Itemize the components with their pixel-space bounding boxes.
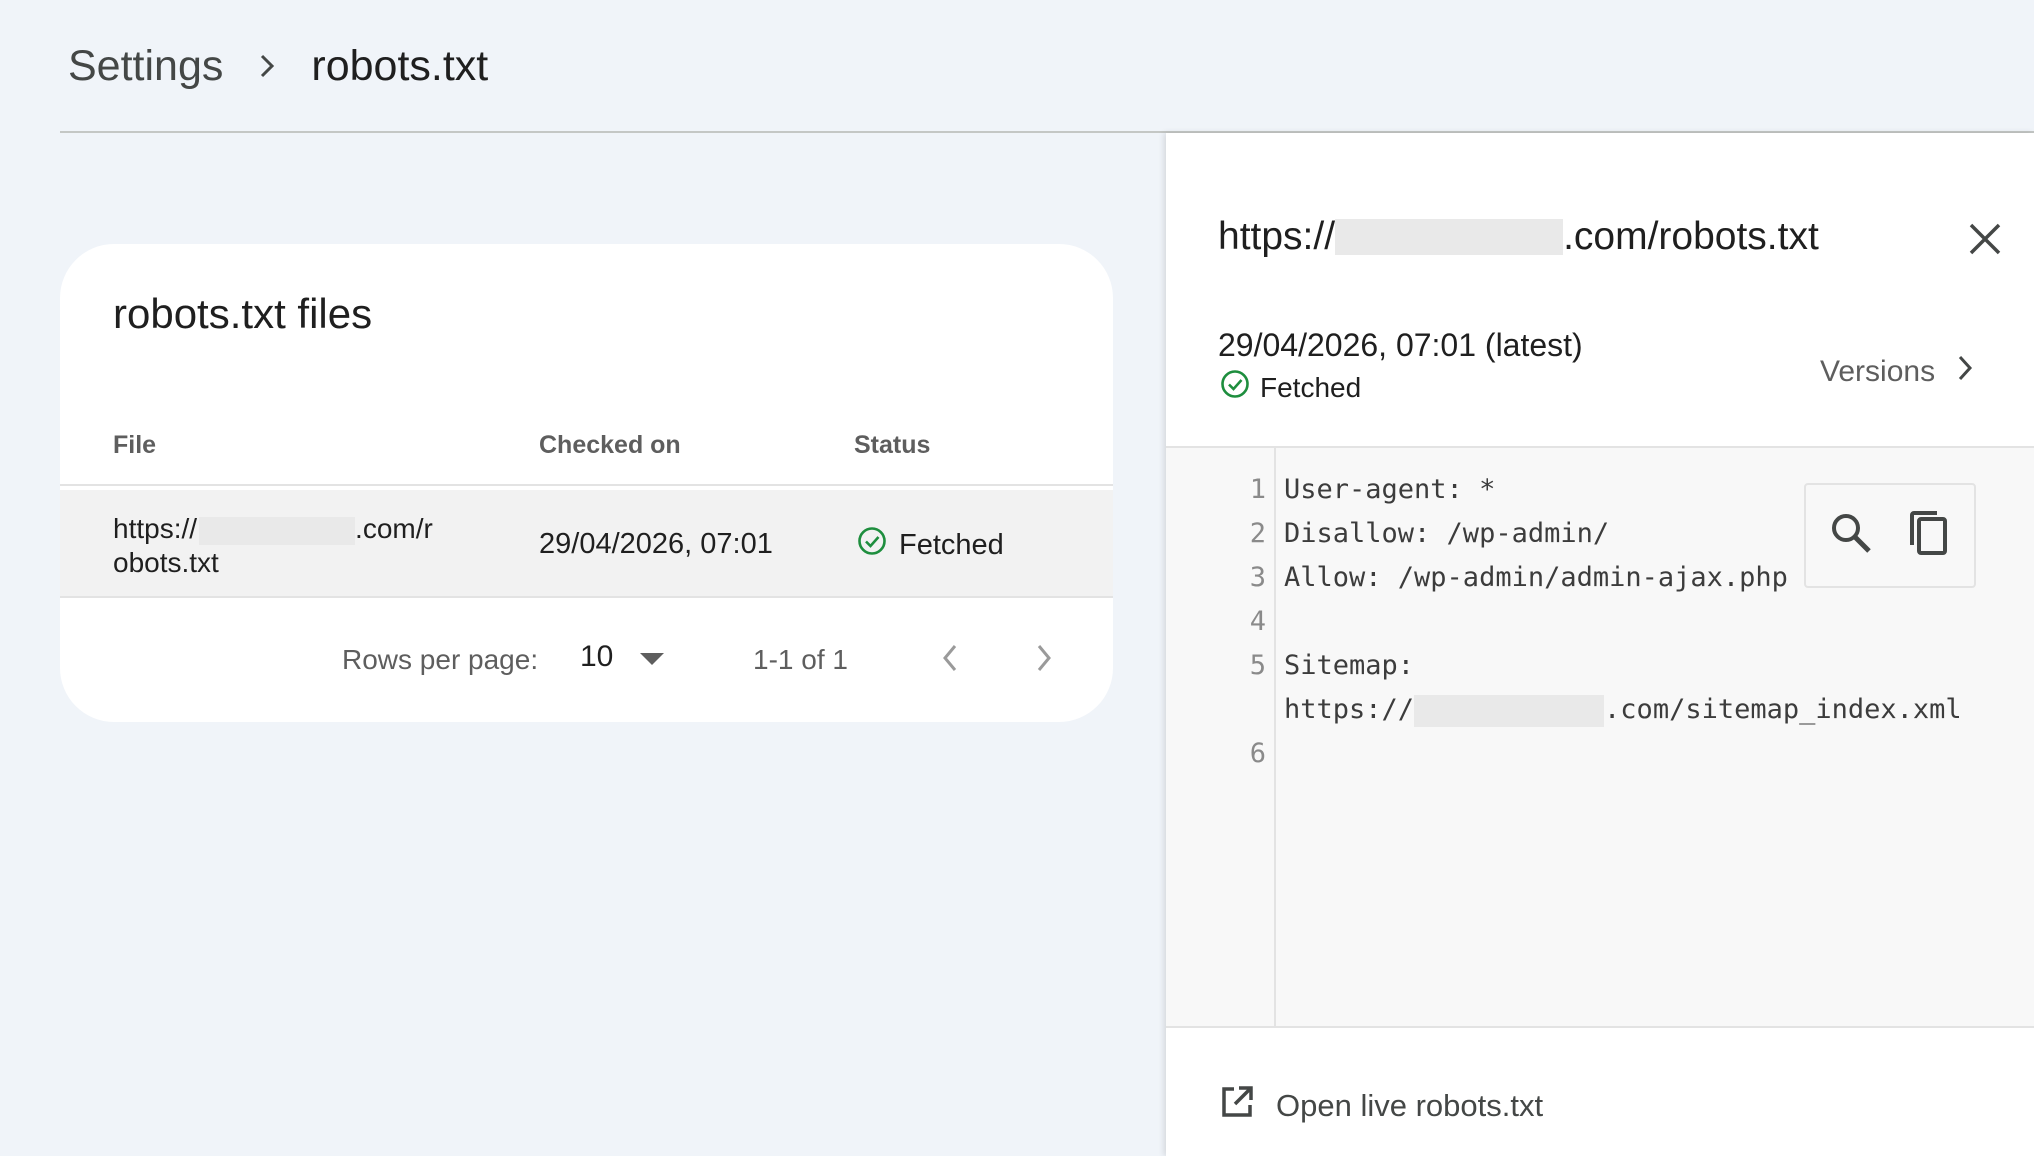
column-header-file: File xyxy=(113,431,157,459)
code-text: Sitemap: xyxy=(1284,650,1415,681)
line-number: 3 xyxy=(1249,562,1266,593)
versions-label: Versions xyxy=(1820,355,1936,388)
line-number: 5 xyxy=(1249,650,1266,681)
check-circle-icon xyxy=(857,526,887,564)
sitemap-url-prefix: https:// xyxy=(1284,694,1415,725)
pagination: Rows per page: 10 1-1 of 1 xyxy=(60,634,1113,694)
code-text: Allow: /wp-admin/admin-ajax.php xyxy=(1284,562,1788,593)
code-toolbar xyxy=(1804,483,1976,588)
code-line: 5 Sitemap: xyxy=(1166,644,2034,688)
panel-url-suffix: .com/robots.txt xyxy=(1563,215,1819,258)
status-text: Fetched xyxy=(899,528,1004,561)
card-title: robots.txt files xyxy=(113,290,373,337)
open-external-icon xyxy=(1220,1085,1254,1127)
line-number: 6 xyxy=(1249,738,1266,769)
code-line: 6 xyxy=(1166,732,2034,776)
chevron-right-icon[interactable] xyxy=(1024,638,1064,678)
chevron-left-icon[interactable] xyxy=(930,638,970,678)
breadcrumb-current: robots.txt xyxy=(311,41,489,90)
search-icon[interactable] xyxy=(1829,511,1873,560)
robots-code-viewer[interactable]: 1 User-agent: * 2 Disallow: /wp-admin/ 3… xyxy=(1166,448,2034,1026)
line-number: 4 xyxy=(1249,606,1266,637)
dropdown-arrow-icon xyxy=(639,640,665,674)
column-header-status: Status xyxy=(854,431,931,459)
breadcrumb: Settings robots.txt xyxy=(68,36,488,96)
chevron-right-icon xyxy=(257,54,277,78)
panel-status: Fetched xyxy=(1220,369,1361,406)
rows-per-page-value: 10 xyxy=(580,640,614,673)
versions-button[interactable]: Versions xyxy=(1820,355,1973,389)
close-icon[interactable] xyxy=(1963,217,2007,261)
file-cell: https:// .com/r obots.txt xyxy=(113,512,473,580)
file-url-line2: obots.txt xyxy=(113,547,219,578)
open-live-robots-link[interactable]: Open live robots.txt xyxy=(1220,1085,1543,1127)
panel-divider xyxy=(1166,1026,2034,1028)
rows-per-page-label: Rows per page: xyxy=(342,644,539,675)
chevron-right-icon xyxy=(1957,355,1973,389)
panel-status-text: Fetched xyxy=(1260,371,1362,403)
code-text: https:// .com/sitemap_index.xml xyxy=(1284,688,1962,732)
file-url-prefix: https:// xyxy=(113,513,198,544)
redacted-domain xyxy=(199,516,356,545)
column-header-checked-on: Checked on xyxy=(539,431,681,459)
line-number: 1 xyxy=(1249,474,1266,505)
checked-on-cell: 29/04/2026, 07:01 xyxy=(539,528,773,560)
file-url-suffix: .com/r xyxy=(355,513,433,544)
check-circle-icon xyxy=(1220,369,1250,406)
breadcrumb-settings[interactable]: Settings xyxy=(68,42,223,91)
code-line: 4 xyxy=(1166,600,2034,644)
status-cell: Fetched xyxy=(857,526,1004,564)
line-number: 2 xyxy=(1249,518,1266,549)
panel-date: 29/04/2026, 07:01 (latest) xyxy=(1218,327,1583,363)
table-row[interactable]: https:// .com/r obots.txt 29/04/2026, 07:… xyxy=(60,490,1113,598)
robots-files-card: robots.txt files File Checked on Status … xyxy=(60,244,1113,722)
panel-url: https:// .com/robots.txt xyxy=(1218,215,1819,259)
open-live-label: Open live robots.txt xyxy=(1276,1088,1544,1123)
sitemap-url-suffix: .com/sitemap_index.xml xyxy=(1604,694,1962,725)
copy-icon[interactable] xyxy=(1907,509,1951,562)
redacted-domain xyxy=(1335,219,1564,255)
panel-url-prefix: https:// xyxy=(1218,215,1336,258)
pagination-range: 1-1 of 1 xyxy=(753,644,848,675)
code-text: User-agent: * xyxy=(1284,474,1496,505)
code-line-wrapped: https:// .com/sitemap_index.xml xyxy=(1166,688,2034,732)
robots-detail-panel: https:// .com/robots.txt 29/04/2026, 07:0… xyxy=(1166,133,2034,1156)
code-text: Disallow: /wp-admin/ xyxy=(1284,518,1610,549)
redacted-domain xyxy=(1414,694,1605,727)
rows-per-page-select[interactable]: 10 xyxy=(580,640,665,674)
